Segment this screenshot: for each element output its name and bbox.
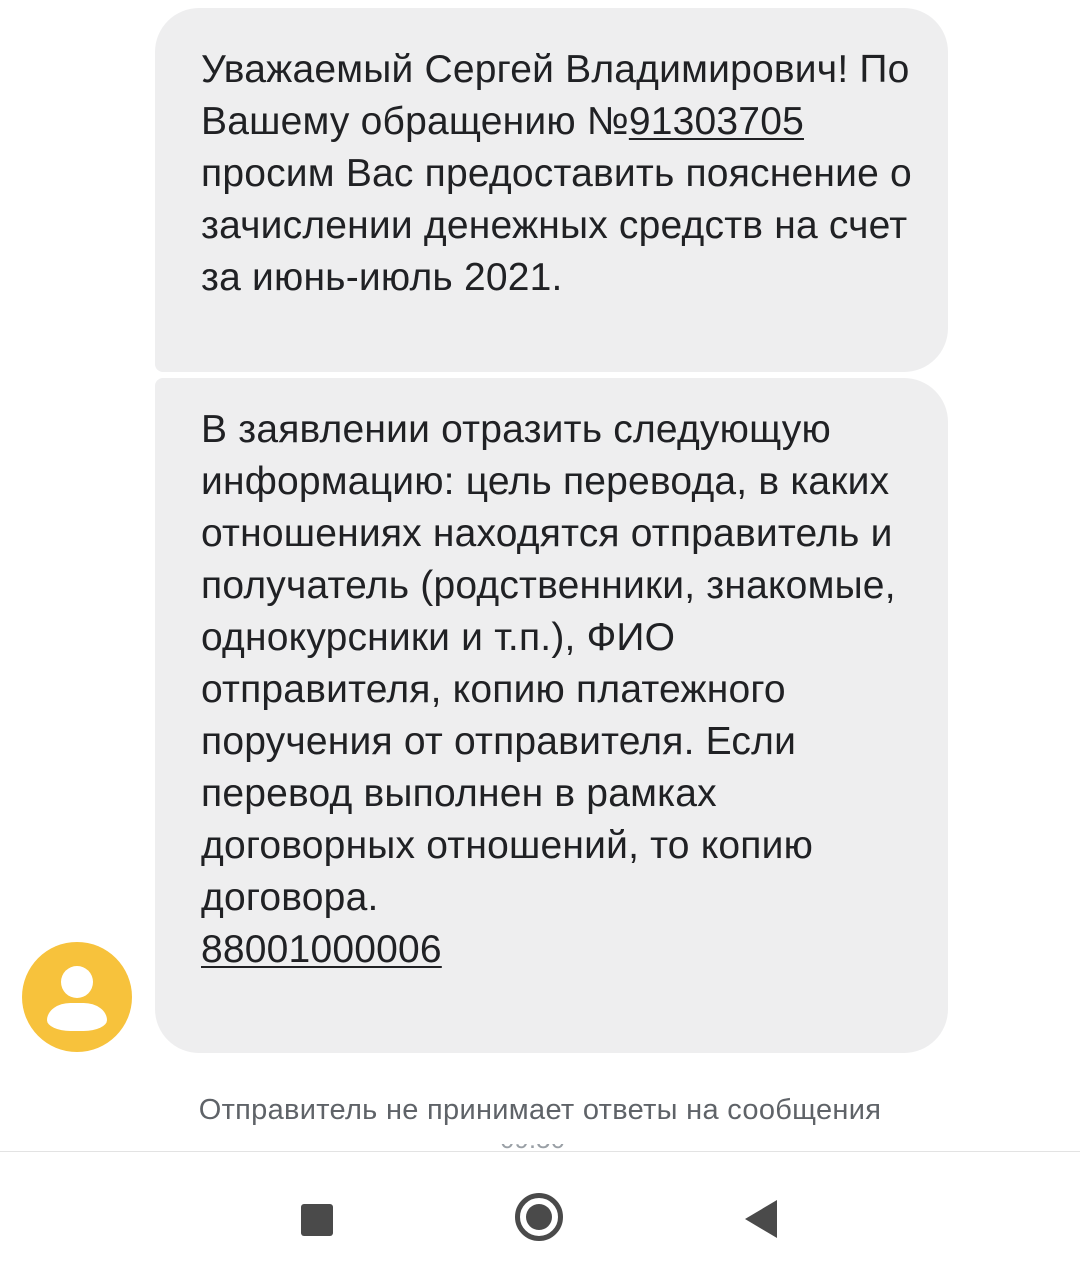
sender-avatar[interactable] (22, 942, 132, 1052)
home-circle-icon[interactable] (515, 1193, 563, 1241)
message-text: Уважаемый Сергей Владимирович! По Вашему… (201, 48, 912, 299)
system-navigation-bar (0, 1151, 1080, 1281)
no-reply-notice: Отправитель не принимает ответы на сообщ… (198, 1094, 882, 1126)
message-bubble[interactable]: В заявлении отразить следующую информаци… (155, 378, 948, 1053)
phone-number-link[interactable]: 88001000006 (201, 928, 442, 971)
message-text: В заявлении отразить следующую информаци… (201, 408, 896, 919)
reference-number-link[interactable]: 91303705 (629, 100, 804, 143)
recents-square-icon[interactable] (301, 1204, 333, 1236)
back-triangle-icon[interactable] (745, 1200, 777, 1238)
message-bubble[interactable]: Уважаемый Сергей Владимирович! По Вашему… (155, 8, 948, 372)
